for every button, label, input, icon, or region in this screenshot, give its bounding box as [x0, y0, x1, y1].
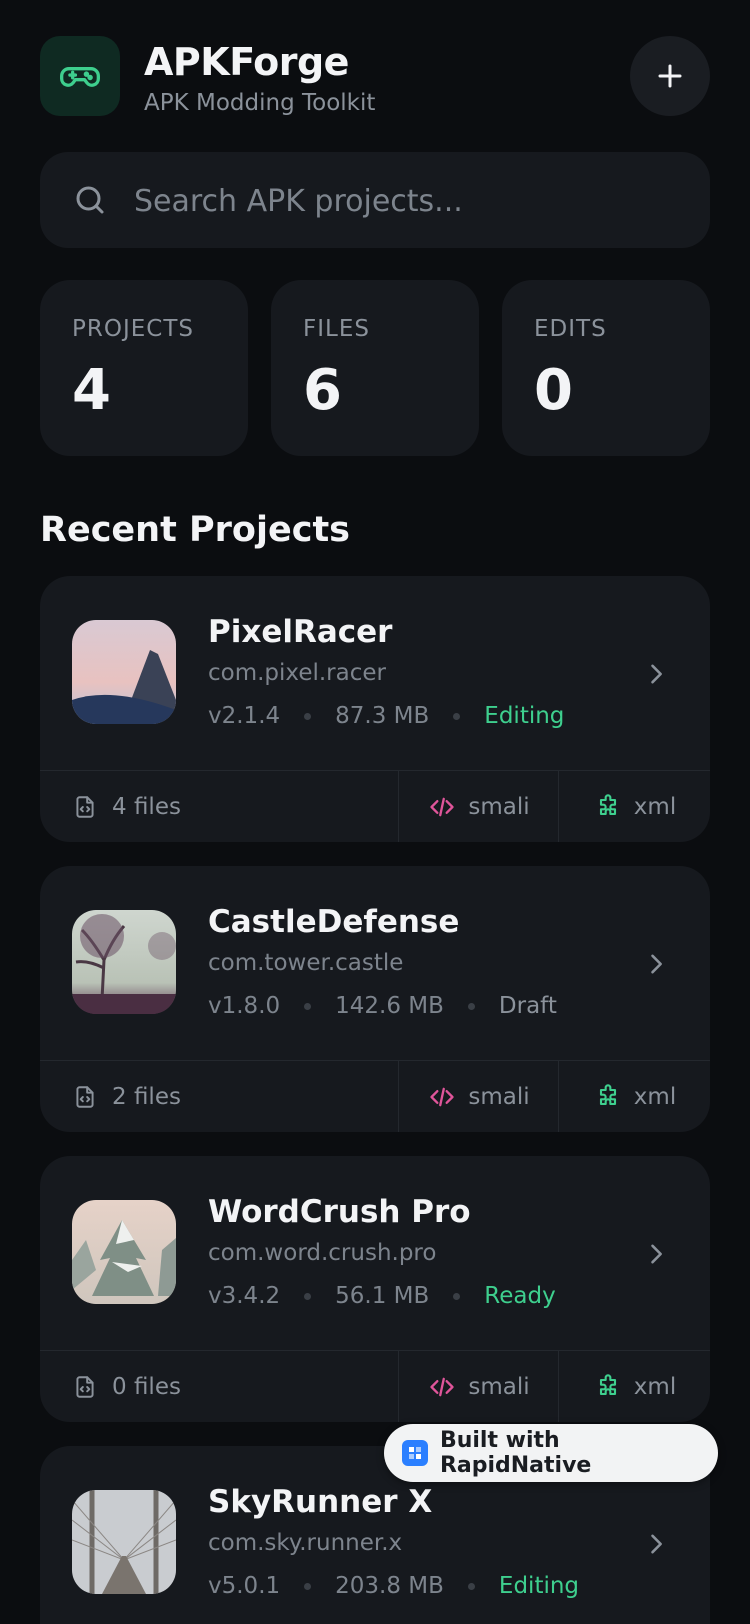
smali-button[interactable]: smali [398, 771, 559, 842]
project-status: Ready [484, 1283, 556, 1309]
project-package: com.word.crush.pro [208, 1240, 437, 1266]
xml-button[interactable]: xml [558, 1351, 710, 1422]
app-header: APKForge APK Modding Toolkit [40, 36, 710, 116]
project-version: v3.4.2 [208, 1283, 281, 1309]
project-size: 142.6 MB [335, 993, 444, 1019]
chevron-right-icon [651, 954, 662, 974]
project-name: PixelRacer [208, 614, 393, 650]
project-name: WordCrush Pro [208, 1194, 471, 1230]
card-footer: 2 files smali xml [40, 1060, 710, 1132]
puzzle-icon [599, 1374, 616, 1396]
chevron-right-icon [651, 664, 662, 684]
rapidnative-logo-icon [402, 1440, 428, 1466]
stats-row: PROJECTS 4 FILES 6 EDITS 0 [40, 280, 710, 456]
add-project-button[interactable] [630, 36, 710, 116]
files-label: 4 files [112, 794, 181, 820]
project-package: com.pixel.racer [208, 660, 386, 686]
separator-dot [304, 1003, 312, 1010]
search-icon [76, 186, 104, 214]
files-count[interactable]: 2 files [72, 1061, 181, 1132]
built-with-badge[interactable]: Built with RapidNative [384, 1424, 718, 1482]
chevron-right-icon [651, 1244, 662, 1264]
project-thumbnail [72, 910, 176, 1014]
files-label: 0 files [112, 1374, 181, 1400]
separator-dot [467, 1003, 475, 1010]
file-code-icon [76, 796, 94, 818]
plus-icon [658, 64, 682, 88]
file-code-icon [76, 1376, 94, 1398]
project-size: 56.1 MB [335, 1283, 430, 1309]
xml-button[interactable]: xml [558, 1061, 710, 1132]
project-card-pixelracer[interactable]: PixelRacer com.pixel.racer v2.1.4 87.3 MB… [40, 576, 710, 842]
project-thumbnail [72, 1200, 176, 1304]
stat-label: PROJECTS [72, 316, 194, 342]
project-status: Editing [498, 1573, 580, 1599]
project-version: v1.8.0 [208, 993, 281, 1019]
project-meta: v2.1.4 87.3 MB Editing [208, 703, 564, 729]
project-version: v5.0.1 [208, 1573, 281, 1599]
stat-value: 6 [303, 358, 342, 423]
stat-value: 0 [534, 358, 573, 423]
smali-button[interactable]: smali [398, 1061, 559, 1132]
separator-dot [304, 713, 312, 720]
project-status: Draft [498, 993, 557, 1019]
project-name: SkyRunner X [208, 1484, 433, 1520]
project-thumbnail [72, 620, 176, 724]
stat-label: EDITS [534, 316, 607, 342]
project-size: 203.8 MB [335, 1573, 444, 1599]
project-meta: v1.8.0 142.6 MB Draft [208, 993, 557, 1019]
project-version: v2.1.4 [208, 703, 281, 729]
project-card-wordcrush[interactable]: WordCrush Pro com.word.crush.pro v3.4.2 5… [40, 1156, 710, 1422]
xml-button[interactable]: xml [558, 771, 710, 842]
smali-label: smali [468, 794, 530, 820]
xml-label: xml [633, 1374, 677, 1400]
gamepad-icon [40, 36, 120, 116]
separator-dot [467, 1583, 475, 1590]
app-title: APKForge [144, 40, 349, 84]
project-package: com.sky.runner.x [208, 1530, 403, 1556]
project-package: com.tower.castle [208, 950, 404, 976]
separator-dot [453, 713, 461, 720]
stat-label: FILES [303, 316, 370, 342]
search-input[interactable] [132, 152, 676, 250]
files-count[interactable]: 0 files [72, 1351, 181, 1422]
project-meta: v3.4.2 56.1 MB Ready [208, 1283, 556, 1309]
puzzle-icon [599, 1084, 616, 1106]
search-bar[interactable] [40, 152, 710, 250]
code-icon [430, 1377, 455, 1397]
separator-dot [304, 1293, 312, 1300]
stat-edits: EDITS 0 [502, 280, 710, 456]
xml-label: xml [633, 1084, 677, 1110]
badge-label: Built with RapidNative [439, 1428, 592, 1478]
separator-dot [453, 1293, 461, 1300]
card-footer: 0 files smali xml [40, 1350, 710, 1422]
puzzle-icon [599, 794, 616, 816]
project-size: 87.3 MB [335, 703, 430, 729]
smali-label: smali [468, 1084, 530, 1110]
files-count[interactable]: 4 files [72, 771, 181, 842]
project-name: CastleDefense [208, 904, 460, 940]
chevron-right-icon [651, 1534, 662, 1554]
code-icon [430, 1087, 455, 1107]
code-icon [430, 797, 455, 817]
xml-label: xml [633, 794, 677, 820]
smali-button[interactable]: smali [398, 1351, 559, 1422]
separator-dot [304, 1583, 312, 1590]
app-subtitle: APK Modding Toolkit [144, 90, 376, 116]
card-footer: 4 files smali xml [40, 770, 710, 842]
stat-projects: PROJECTS 4 [40, 280, 248, 456]
stat-files: FILES 6 [271, 280, 479, 456]
project-thumbnail [72, 1490, 176, 1594]
project-status: Editing [484, 703, 565, 729]
smali-label: smali [468, 1374, 530, 1400]
section-title: Recent Projects [40, 510, 351, 550]
project-card-castledefense[interactable]: CastleDefense com.tower.castle v1.8.0 142… [40, 866, 710, 1132]
project-meta: v5.0.1 203.8 MB Editing [208, 1573, 579, 1599]
files-label: 2 files [112, 1084, 181, 1110]
stat-value: 4 [72, 358, 111, 423]
file-code-icon [76, 1086, 94, 1108]
